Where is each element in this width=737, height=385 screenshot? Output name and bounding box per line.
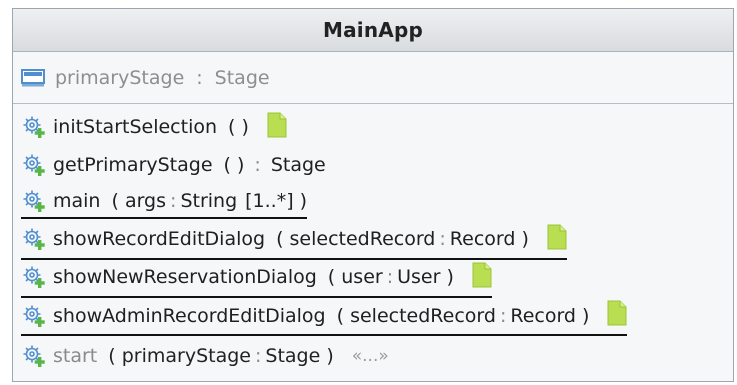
gear-plus-icon [21, 114, 47, 140]
gear-plus-icon [21, 226, 47, 252]
operation-parameters: ( args: String [1..*] ) [111, 189, 308, 212]
operation-signature: showNewReservationDialog ( user: User ) [21, 262, 492, 298]
parameter-multiplicity: [1..*] [245, 189, 294, 212]
operation-name: start [53, 345, 98, 368]
return-type: Stage [270, 154, 326, 177]
operation-row-showNewReservationDialog[interactable]: showNewReservationDialog ( user: User ) [21, 261, 733, 299]
document-icon[interactable] [607, 300, 627, 331]
parameter-type: Record [449, 228, 516, 251]
parameter-type: Stage [265, 345, 321, 368]
operation-row-getPrimaryStage[interactable]: getPrimaryStage ( ): Stage [21, 146, 733, 184]
attribute-row[interactable]: primaryStage : Stage [21, 67, 270, 89]
type-separator: : [386, 266, 394, 289]
type-separator: : [499, 304, 507, 327]
operation-row-showAdminRecordEditDialog[interactable]: showAdminRecordEditDialog ( selectedRecor… [21, 299, 733, 337]
return-separator: : [254, 154, 261, 177]
parameter-type: Record [510, 304, 576, 327]
parameter-name: primaryStage [121, 345, 251, 368]
operation-parameters: ( selectedRecord: Record ) [336, 304, 590, 327]
document-icon[interactable] [472, 262, 492, 293]
operation-name: getPrimaryStage [53, 154, 213, 177]
attributes-compartment: primaryStage : Stage [13, 52, 733, 104]
operation-parameters: ( user: User ) [327, 266, 454, 289]
attribute-type: Stage [214, 66, 270, 89]
class-header[interactable]: MainApp [13, 9, 733, 52]
document-icon[interactable] [547, 224, 567, 255]
gear-plus-icon [21, 343, 47, 369]
parameter-name: selectedRecord [350, 304, 496, 327]
operation-signature: getPrimaryStage ( ): Stage [21, 152, 326, 178]
parameter-type: User [397, 266, 441, 289]
operation-signature: showAdminRecordEditDialog ( selectedRecor… [21, 300, 628, 337]
operation-parameters: ( ) [228, 116, 249, 139]
operation-name: showAdminRecordEditDialog [53, 304, 326, 327]
stereotype-label: «...» [351, 346, 389, 367]
gear-plus-icon [21, 152, 47, 178]
gear-plus-icon [21, 264, 47, 290]
operation-name: showRecordEditDialog [53, 228, 266, 251]
attribute-name: primaryStage [55, 66, 185, 89]
operation-signature: main( args: String [1..*] ) [21, 188, 308, 219]
parameter-type: String [180, 189, 238, 212]
operation-signature: initStartSelection ( ) [21, 112, 287, 143]
type-separator: : [254, 345, 262, 368]
operation-parameters: ( ) [223, 154, 245, 177]
field-icon [21, 68, 47, 88]
operation-row-initStartSelection[interactable]: initStartSelection ( ) [21, 108, 733, 146]
operation-row-main[interactable]: main( args: String [1..*] ) [21, 184, 733, 222]
type-separator: : [196, 66, 203, 89]
gear-plus-icon [21, 188, 47, 214]
parameter-name: args [124, 189, 167, 212]
operation-parameters: ( primaryStage: Stage ) [108, 345, 334, 368]
parameter-name: user [341, 266, 383, 289]
operation-signature: showRecordEditDialog ( selectedRecord: Rec… [21, 224, 567, 260]
document-icon[interactable] [267, 112, 287, 143]
operation-parameters: ( selectedRecord: Record ) [276, 228, 529, 251]
operation-name: showNewReservationDialog [53, 266, 317, 289]
class-name: MainApp [322, 18, 423, 42]
operation-name: main [53, 189, 101, 212]
uml-class-box[interactable]: MainApp primaryStage : Stage initStartSe… [12, 8, 734, 382]
type-separator: : [170, 189, 177, 212]
gear-plus-icon [21, 303, 47, 329]
operation-signature: start ( primaryStage: Stage ) «...» [21, 343, 389, 369]
operation-row-start[interactable]: start ( primaryStage: Stage ) «...» [21, 337, 733, 375]
type-separator: : [439, 228, 446, 251]
operation-row-showRecordEditDialog[interactable]: showRecordEditDialog ( selectedRecord: Rec… [21, 223, 733, 261]
operation-name: initStartSelection [53, 116, 218, 139]
parameter-name: selectedRecord [289, 228, 436, 251]
operations-compartment: initStartSelection( ) getPrimaryStage( )… [13, 104, 733, 375]
